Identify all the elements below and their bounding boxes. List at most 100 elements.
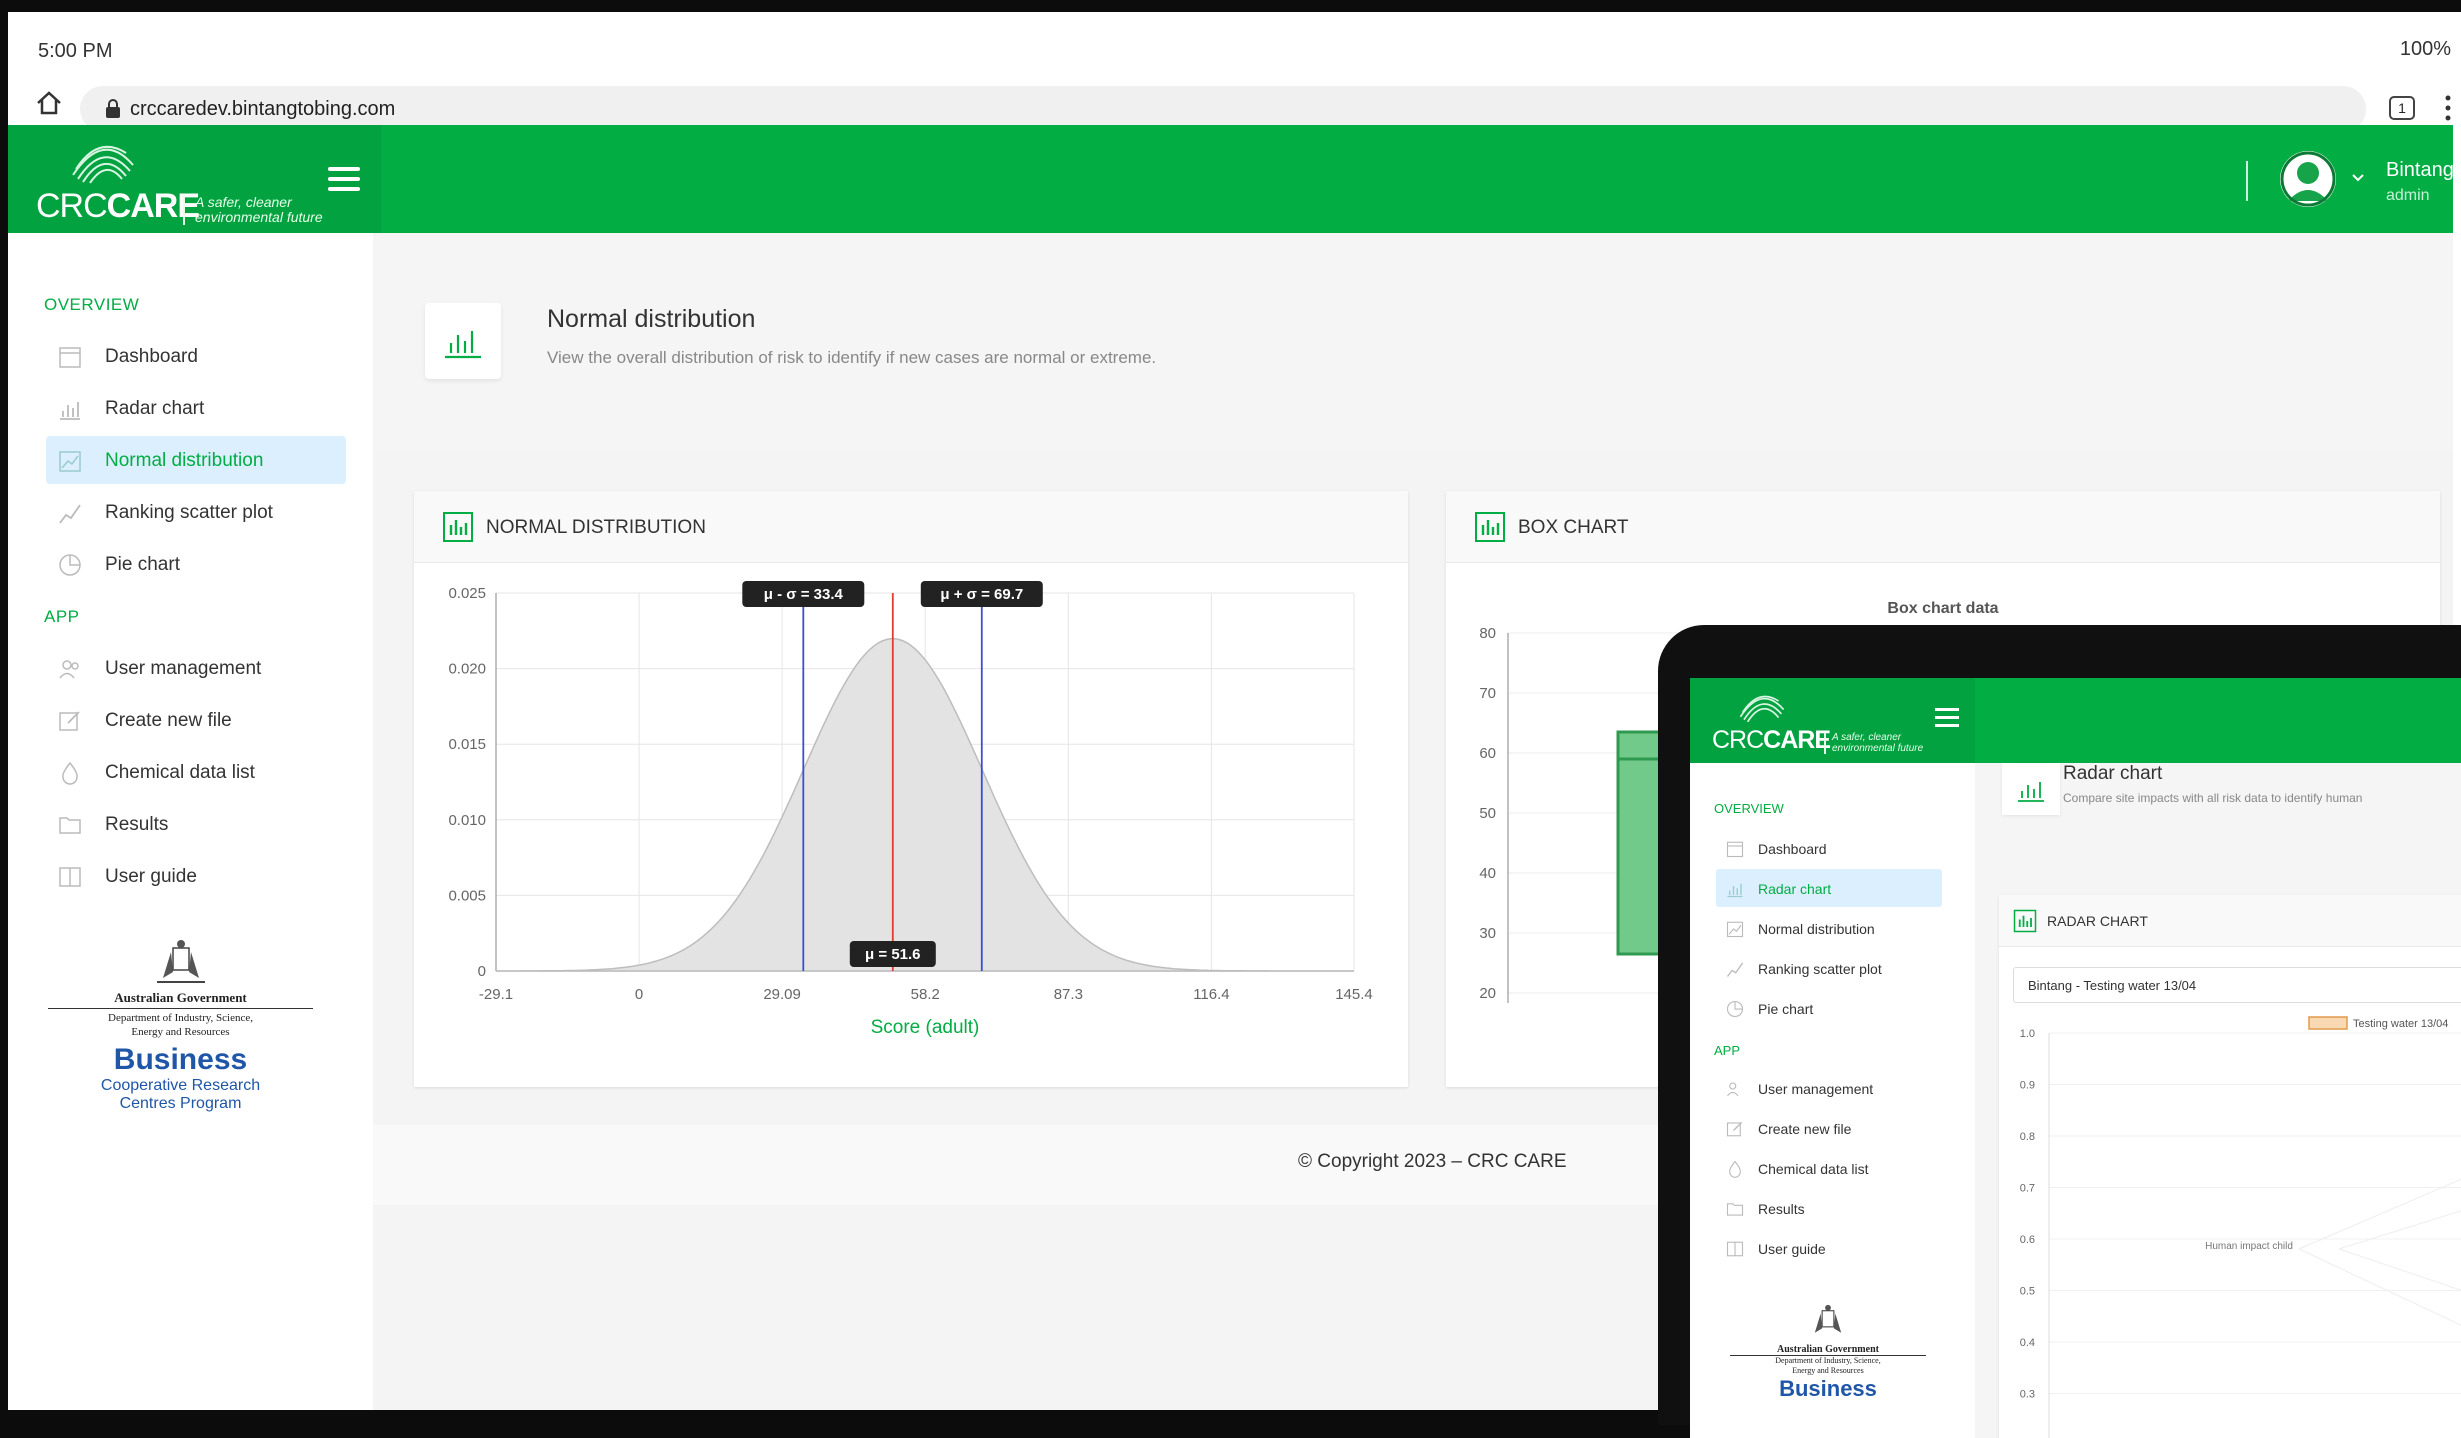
x-axis-label: Score (adult) — [871, 1017, 980, 1038]
menu-toggle-icon[interactable] — [328, 167, 360, 191]
page-subtitle: Compare site impacts with all risk data … — [2063, 791, 2363, 805]
y-tick-label: 1.0 — [2020, 1028, 2035, 1040]
tablet-brand-area: CRCCARE A safer, cleaner environmental fu… — [1690, 678, 1975, 763]
sidebar-item-label: Create new file — [1758, 1121, 1852, 1137]
sidebar-item-label: Radar chart — [1758, 881, 1832, 897]
tablet-sidebar: OVERVIEW Dashboard Radar chart Normal di… — [1690, 763, 1975, 1438]
page-title: Normal distribution — [547, 305, 756, 333]
sidebar-item-ranking-scatter-plot[interactable]: Ranking scatter plot — [46, 488, 346, 536]
coat-of-arms-icon — [156, 940, 205, 983]
book-icon — [1726, 1241, 1744, 1257]
box-chart-title: Box chart data — [1887, 600, 1998, 617]
sidebar-item-normal-distribution[interactable]: Normal distribution — [1716, 909, 1942, 947]
y-tick-label: 0.5 — [2020, 1286, 2035, 1298]
sidebar-item-radar-chart[interactable]: Radar chart — [1716, 869, 1942, 907]
x-tick-label: -29.1 — [479, 986, 513, 1003]
copyright-text: © Copyright 2023 – CRC CARE — [1298, 1151, 1567, 1172]
annotation-label: μ = 51.6 — [865, 946, 920, 963]
tablet-app-header: CRCCARE A safer, cleaner environmental fu… — [1690, 678, 2461, 763]
status-battery: 100% — [2399, 38, 2451, 60]
sidebar-item-dashboard[interactable]: Dashboard — [1716, 829, 1942, 867]
radar-axis-label: Human impact child — [2205, 1241, 2293, 1252]
coat-of-arms-icon — [1814, 1304, 1842, 1333]
sidebar-item-user-guide[interactable]: User guide — [46, 852, 346, 900]
sidebar-item-results[interactable]: Results — [46, 800, 346, 848]
sidebar-item-label: User management — [105, 658, 262, 679]
x-tick-label: 29.09 — [763, 986, 801, 1003]
radar-chart: 1.00.90.80.70.60.50.40.30.2Testing water… — [2020, 1016, 2461, 1438]
home-icon[interactable] — [34, 88, 64, 118]
sidebar-item-label: User management — [1758, 1081, 1874, 1097]
sidebar-item-chemical-data-list[interactable]: Chemical data list — [46, 748, 346, 796]
more-menu-icon[interactable] — [2443, 94, 2453, 122]
x-tick-label: 116.4 — [1193, 986, 1229, 1003]
sidebar-item-user-guide[interactable]: User guide — [1716, 1229, 1942, 1267]
chevron-down-icon[interactable] — [2351, 173, 2365, 183]
sidebar-item-label: Dashboard — [105, 346, 198, 367]
y-tick-label: 0.3 — [2020, 1389, 2035, 1401]
edit-icon — [59, 711, 80, 731]
y-tick-label: 0 — [478, 963, 486, 980]
sidebar-item-chemical-data-list[interactable]: Chemical data list — [1716, 1149, 1942, 1187]
y-tick-label: 80 — [1479, 625, 1496, 642]
folder-icon — [59, 817, 81, 834]
selected-file: Bintang - Testing water 13/04 — [2028, 978, 2197, 993]
droplet-icon — [62, 761, 78, 785]
menu-toggle-icon[interactable] — [1935, 708, 1959, 727]
sidebar-item-results[interactable]: Results — [1716, 1189, 1942, 1227]
y-tick-label: 60 — [1479, 745, 1496, 762]
sidebar-item-pie-chart[interactable]: Pie chart — [46, 540, 346, 588]
sidebar-section-app: APP — [44, 607, 80, 626]
sidebar-item-label: Normal distribution — [105, 450, 264, 471]
calendar-icon — [59, 347, 81, 368]
header-divider — [2246, 161, 2248, 201]
sidebar-item-user-management[interactable]: User management — [1716, 1069, 1942, 1107]
distribution-curve — [496, 638, 1354, 972]
sidebar-item-label: User guide — [105, 866, 197, 887]
sidebar-item-pie-chart[interactable]: Pie chart — [1716, 989, 1942, 1027]
sidebar-item-normal-distribution[interactable]: Normal distribution — [46, 436, 346, 484]
x-tick-label: 58.2 — [911, 986, 940, 1003]
droplet-icon — [1729, 1160, 1741, 1178]
x-tick-label: 0 — [635, 986, 643, 1003]
sidebar-item-label: User guide — [1758, 1241, 1826, 1257]
sidebar-section-app: APP — [1714, 1043, 1741, 1058]
line-chart-icon — [1726, 962, 1744, 977]
sidebar-item-dashboard[interactable]: Dashboard — [46, 332, 346, 380]
app-header: CRCCARE A safer, cleaner environmental fu… — [8, 125, 2454, 233]
sidebar-item-label: Ranking scatter plot — [105, 502, 273, 523]
card-header: RADAR CHART — [1999, 895, 2461, 947]
sidebar-item-radar-chart[interactable]: Radar chart — [46, 384, 346, 432]
card-chart-icon — [2013, 909, 2037, 933]
sidebar-item-user-management[interactable]: User management — [46, 644, 346, 692]
x-tick-label: 87.3 — [1054, 986, 1083, 1003]
folder-icon — [1726, 1203, 1744, 1216]
y-tick-label: 0.010 — [448, 812, 486, 829]
y-tick-label: 0.7 — [2020, 1183, 2035, 1195]
legend-swatch — [2308, 1016, 2348, 1030]
pie-chart-icon — [1726, 1000, 1744, 1018]
x-tick-label: 145.4 — [1335, 986, 1373, 1003]
y-tick-label: 20 — [1479, 985, 1496, 1002]
y-tick-label: 30 — [1479, 925, 1496, 942]
sidebar-item-ranking-scatter-plot[interactable]: Ranking scatter plot — [1716, 949, 1942, 987]
user-avatar[interactable] — [2280, 151, 2336, 207]
status-time: 5:00 PM — [38, 40, 113, 62]
card-title: NORMAL DISTRIBUTION — [486, 517, 706, 538]
y-tick-label: 0.020 — [448, 661, 486, 678]
device-status-bar: 5:00 PM 100% — [8, 12, 2461, 62]
card-chart-icon — [443, 512, 473, 542]
sidebar-item-create-new-file[interactable]: Create new file — [46, 696, 346, 744]
sidebar-item-label: Chemical data list — [1758, 1161, 1869, 1177]
sidebar-item-label: Radar chart — [105, 398, 205, 419]
tablet-screen: CRCCARE A safer, cleaner environmental fu… — [1690, 678, 2461, 1438]
sidebar-item-label: Pie chart — [1758, 1001, 1814, 1017]
sidebar-item-create-new-file[interactable]: Create new file — [1716, 1109, 1942, 1147]
card-title: RADAR CHART — [2047, 913, 2148, 929]
user-name: Bintang — [2386, 159, 2454, 181]
file-selector[interactable]: Bintang - Testing water 13/04 — [2013, 967, 2461, 1003]
page-icon — [425, 303, 501, 379]
card-header: NORMAL DISTRIBUTION — [414, 491, 1408, 563]
tabs-button[interactable]: 1 — [2389, 96, 2415, 120]
card-title: BOX CHART — [1518, 517, 1629, 538]
